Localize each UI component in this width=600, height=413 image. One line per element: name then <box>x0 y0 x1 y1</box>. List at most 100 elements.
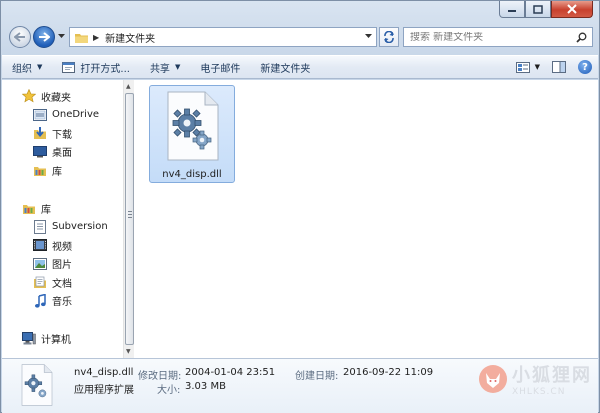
close-button[interactable] <box>551 1 593 18</box>
grip-line <box>128 211 132 212</box>
nav-library-shortcut[interactable]: 库 <box>2 161 123 180</box>
downloads-icon <box>33 126 47 140</box>
search-input[interactable] <box>410 31 576 43</box>
email-label: 电子邮件 <box>200 63 241 75</box>
maximize-icon <box>533 4 543 14</box>
nav-downloads[interactable]: 下载 <box>2 124 123 143</box>
file-item[interactable]: nv4_disp.dll <box>149 85 235 183</box>
scroll-thumb[interactable] <box>125 93 134 345</box>
minimize-button[interactable] <box>499 1 525 18</box>
details-created-value: 2016-09-22 11:09 <box>343 367 434 378</box>
scroll-down-icon[interactable]: ▼ <box>126 348 131 355</box>
explorer-window: ▶ 新建文件夹 组织 ▼ 打开方式... <box>0 0 600 413</box>
new-folder-label: 新建文件夹 <box>260 63 311 75</box>
address-dropdown-icon[interactable] <box>365 34 372 39</box>
nav-item-label: 文档 <box>52 278 72 290</box>
address-row: ▶ 新建文件夹 <box>7 25 593 49</box>
nav-libraries-label: 库 <box>41 204 51 216</box>
new-folder-button[interactable]: 新建文件夹 <box>250 56 320 78</box>
command-bar: 组织 ▼ 打开方式... 共享 ▼ 电子邮件 新建文件夹 ▼ ? <box>2 55 598 79</box>
forward-arrow-icon <box>39 32 50 42</box>
change-view-button[interactable]: ▼ <box>515 61 540 73</box>
details-modified-value: 2004-01-04 23:51 <box>185 367 276 378</box>
nav-computer-label: 计算机 <box>41 334 71 346</box>
scroll-up-icon[interactable]: ▲ <box>126 83 131 90</box>
nav-computer[interactable]: 计算机 <box>2 329 123 348</box>
organize-button[interactable]: 组织 ▼ <box>2 56 52 78</box>
refresh-icon <box>384 31 394 43</box>
nav-pictures[interactable]: 图片 <box>2 255 123 274</box>
close-icon <box>567 4 577 14</box>
open-with-icon <box>62 61 76 73</box>
folder-icon <box>75 33 88 43</box>
nav-desktop[interactable]: 桌面 <box>2 143 123 162</box>
navigation-pane: 收藏夹 OneDrive 下载 桌面 库 库 Subversion 视频 图片 … <box>2 80 123 358</box>
nav-item-label: 音乐 <box>52 297 72 309</box>
nav-item-label: 库 <box>52 166 62 178</box>
back-arrow-icon <box>14 32 25 42</box>
nav-music[interactable]: 音乐 <box>2 292 123 311</box>
breadcrumb-current[interactable]: 新建文件夹 <box>105 30 155 45</box>
chevron-down-icon: ▼ <box>174 63 181 71</box>
library-icon <box>33 163 47 177</box>
document-icon <box>33 275 47 289</box>
nav-scrollbar[interactable]: ▲ ▼ <box>123 80 134 358</box>
organize-label: 组织 <box>12 63 32 75</box>
video-icon <box>33 238 47 252</box>
libraries-group: 库 Subversion 视频 图片 文档 音乐 <box>2 199 123 310</box>
picture-icon <box>33 257 47 271</box>
details-size-value: 3.03 MB <box>185 381 226 392</box>
computer-icon <box>22 331 36 345</box>
search-icon[interactable] <box>576 32 587 43</box>
nav-item-label: 图片 <box>52 260 72 272</box>
recent-pages-dropdown[interactable] <box>58 34 65 39</box>
nav-videos[interactable]: 视频 <box>2 236 123 255</box>
nav-subversion[interactable]: Subversion <box>2 218 123 237</box>
open-with-button[interactable]: 打开方式... <box>52 56 140 78</box>
forward-button[interactable] <box>33 26 55 48</box>
preview-pane-icon <box>552 61 566 73</box>
nav-item-label: Subversion <box>52 221 108 233</box>
watermark: 小狐狸网 XHLKS.CN <box>478 361 592 397</box>
address-bar[interactable]: ▶ 新建文件夹 <box>69 27 377 47</box>
details-file-type: 应用程序扩展 <box>74 385 134 396</box>
details-size-label: 大小: <box>157 385 181 396</box>
breadcrumb-chevron-icon[interactable]: ▶ <box>93 33 99 42</box>
desktop-icon <box>33 145 47 159</box>
details-modified-label: 修改日期: <box>138 371 182 382</box>
fox-logo-icon <box>479 365 507 393</box>
nav-item-label: 下载 <box>52 129 72 141</box>
nav-item-label: 桌面 <box>52 148 72 160</box>
file-name: nv4_disp.dll <box>162 169 222 180</box>
minimize-icon <box>508 10 516 12</box>
maximize-button[interactable] <box>525 1 551 18</box>
nav-documents[interactable]: 文档 <box>2 273 123 292</box>
onedrive-icon <box>33 108 47 122</box>
chevron-down-icon: ▼ <box>37 63 43 71</box>
search-box[interactable] <box>403 27 593 47</box>
back-button[interactable] <box>9 26 31 48</box>
nav-libraries[interactable]: 库 <box>2 199 123 218</box>
watermark-en: XHLKS.CN <box>512 387 566 397</box>
details-pane: nv4_disp.dll 应用程序扩展 修改日期: 2004-01-04 23:… <box>2 359 598 413</box>
subversion-icon <box>33 219 47 234</box>
computer-group: 计算机 <box>2 329 123 348</box>
preview-pane-button[interactable] <box>552 61 566 73</box>
details-created-label: 创建日期: <box>295 371 339 382</box>
dll-file-icon <box>21 364 53 406</box>
email-button[interactable]: 电子邮件 <box>190 56 250 78</box>
nav-onedrive[interactable]: OneDrive <box>2 106 123 125</box>
help-icon[interactable]: ? <box>578 60 592 74</box>
share-button[interactable]: 共享 ▼ <box>140 56 190 78</box>
nav-favorites[interactable]: 收藏夹 <box>2 87 123 106</box>
chevron-down-icon[interactable]: ▼ <box>535 63 540 71</box>
nav-favorites-label: 收藏夹 <box>41 92 71 104</box>
details-file-name: nv4_disp.dll <box>74 367 134 378</box>
open-with-label: 打开方式... <box>80 63 130 75</box>
watermark-cn: 小狐狸网 <box>512 365 592 386</box>
refresh-button[interactable] <box>379 27 399 47</box>
view-controls: ▼ ? <box>515 56 592 78</box>
share-label: 共享 <box>149 63 170 75</box>
grip-line <box>128 217 132 218</box>
star-icon <box>22 89 36 103</box>
